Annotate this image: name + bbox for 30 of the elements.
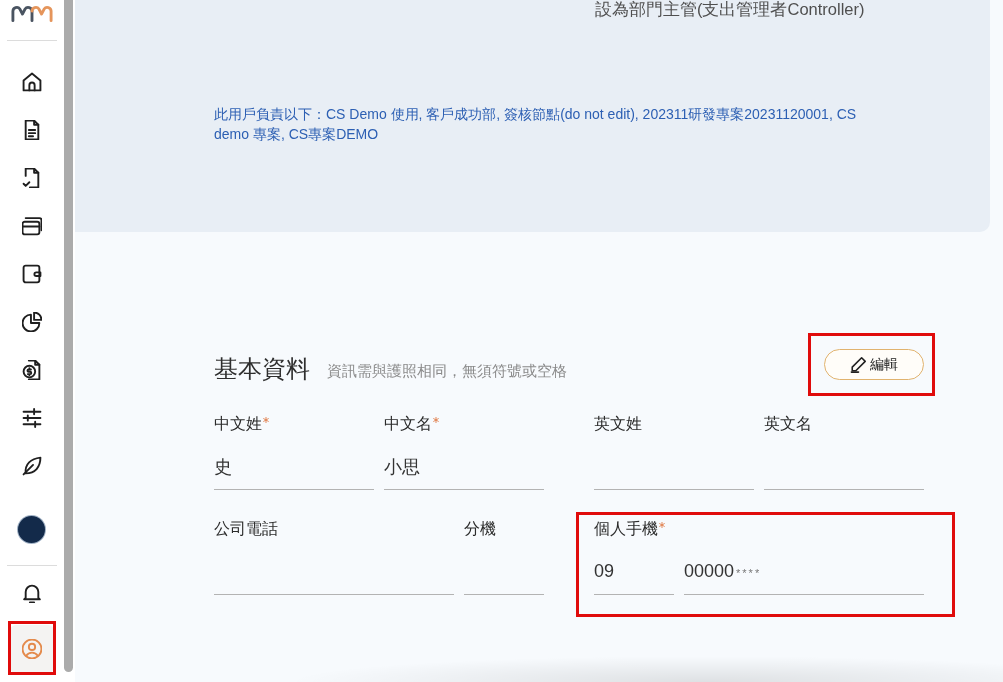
input-field[interactable]: 小思 — [384, 444, 544, 490]
file-check-icon — [21, 168, 42, 188]
edit-button[interactable]: 編輯 — [824, 349, 924, 380]
input-field[interactable]: 00000**** — [684, 549, 924, 595]
role-note: 設為部門主管(支出管理者Controller) — [595, 0, 865, 19]
input-field[interactable]: 史 — [214, 444, 374, 490]
responsibility-text: 此用戶負責以下：CS Demo 使用, 客戶成功部, 簽核節點(do not edit), 202311研發專案20231120001, CS demo 專案, CS專案DEMO — [214, 105, 858, 144]
field-label: 公司電話 — [214, 519, 278, 539]
sliders-icon — [21, 408, 42, 428]
input-field[interactable]: 09 — [594, 549, 674, 595]
dollar-document-icon — [21, 360, 42, 380]
bell-icon — [21, 583, 42, 603]
field-label: 個人手機 — [594, 519, 658, 539]
scrollbar[interactable] — [64, 0, 73, 672]
field-label: 分機 — [464, 519, 496, 539]
section-hint: 資訊需與護照相同，無須符號或空格 — [327, 361, 567, 380]
leaf-icon — [21, 456, 42, 476]
field-label: 中文名 — [384, 414, 432, 434]
pie-chart-icon — [21, 312, 42, 332]
field-label: 英文姓 — [594, 414, 642, 434]
section-title: 基本資料 — [214, 354, 310, 384]
pencil-icon — [850, 356, 867, 373]
field-label: 英文名 — [764, 414, 812, 434]
cards-icon — [21, 216, 42, 236]
home-icon — [21, 72, 42, 92]
logo-icon — [10, 5, 53, 23]
organization-avatar[interactable] — [18, 516, 45, 543]
user-icon — [21, 639, 42, 659]
wallet-icon — [21, 264, 42, 284]
field-label: 中文姓 — [214, 414, 262, 434]
